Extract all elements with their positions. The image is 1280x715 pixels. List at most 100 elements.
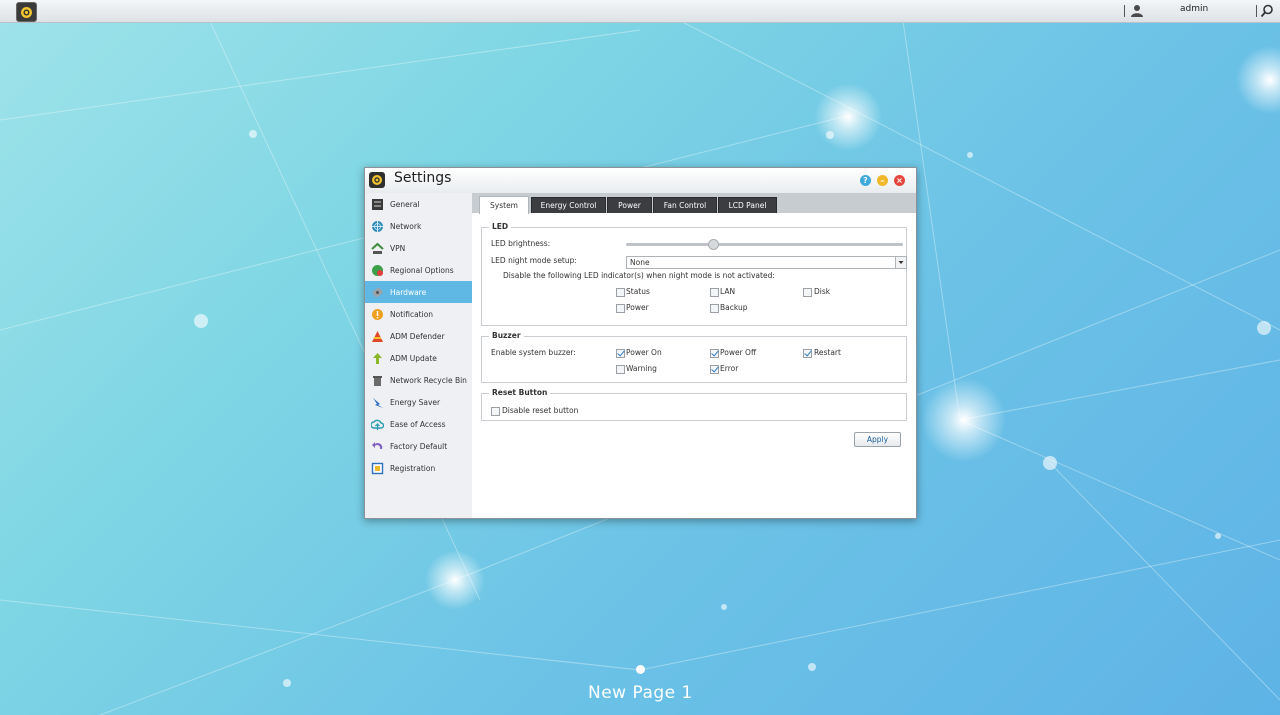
page-indicator-dot[interactable] bbox=[636, 665, 645, 674]
sidebar-item-label: ADM Defender bbox=[390, 331, 445, 341]
buzzer-legend: Buzzer bbox=[489, 331, 524, 340]
buzzer-warning-checkbox[interactable] bbox=[616, 365, 625, 374]
tab-system[interactable]: System bbox=[479, 196, 529, 214]
tab-energy-control[interactable]: Energy Control bbox=[531, 197, 606, 213]
search-icon bbox=[1260, 4, 1273, 18]
top-taskbar: admin bbox=[0, 0, 1280, 23]
led-night-mode-select[interactable]: None bbox=[626, 256, 907, 269]
cloud-access-icon bbox=[371, 419, 384, 430]
update-icon bbox=[373, 352, 382, 364]
recycle-bin-icon bbox=[373, 375, 382, 386]
sidebar-item-hardware[interactable]: Hardware bbox=[365, 281, 472, 303]
vpn-icon bbox=[371, 242, 384, 254]
led-backup-checkbox[interactable] bbox=[710, 304, 719, 313]
gear-icon bbox=[21, 6, 32, 18]
settings-sidebar: General Network VPN Regional Options Har… bbox=[365, 193, 473, 518]
led-disk-checkbox[interactable] bbox=[803, 288, 812, 297]
help-icon: ? bbox=[863, 176, 868, 185]
sidebar-item-energy-saver[interactable]: Energy Saver bbox=[365, 391, 472, 413]
desktop-page-label: New Page 1 bbox=[588, 683, 693, 703]
sidebar-item-label: Network bbox=[390, 221, 422, 231]
reset-legend: Reset Button bbox=[489, 388, 551, 397]
sidebar-item-registration[interactable]: Registration bbox=[365, 457, 472, 479]
led-brightness-label: LED brightness: bbox=[491, 239, 551, 248]
sidebar-item-label: Energy Saver bbox=[390, 397, 441, 407]
buzzer-power-off-label[interactable]: Power Off bbox=[720, 348, 756, 357]
buzzer-warning-label[interactable]: Warning bbox=[626, 364, 657, 373]
sidebar-item-vpn[interactable]: VPN bbox=[365, 237, 472, 259]
settings-app-icon bbox=[369, 172, 385, 188]
registration-icon bbox=[371, 462, 384, 474]
led-lan-label[interactable]: LAN bbox=[720, 287, 735, 296]
led-night-mode-value: None bbox=[630, 258, 650, 267]
sidebar-item-factory-default[interactable]: Factory Default bbox=[365, 435, 472, 457]
user-name[interactable]: admin bbox=[1180, 4, 1208, 14]
apply-button[interactable]: Apply bbox=[854, 432, 901, 447]
sidebar-item-notification[interactable]: Notification bbox=[365, 303, 472, 325]
search-button[interactable] bbox=[1256, 2, 1274, 20]
user-menu[interactable] bbox=[1124, 2, 1144, 20]
sidebar-item-label: Hardware bbox=[390, 287, 427, 297]
minimize-button[interactable]: – bbox=[877, 175, 888, 186]
sidebar-item-label: Network Recycle Bin bbox=[390, 375, 467, 385]
gear-icon bbox=[372, 175, 382, 185]
buzzer-restart-checkbox[interactable] bbox=[803, 349, 812, 358]
close-icon: × bbox=[896, 176, 903, 185]
sidebar-item-ease-of-access[interactable]: Ease of Access bbox=[365, 413, 472, 435]
buzzer-group: Buzzer Enable system buzzer: Power On Po… bbox=[481, 331, 907, 383]
tab-fan-control[interactable]: Fan Control bbox=[653, 197, 717, 213]
tab-power[interactable]: Power bbox=[607, 197, 652, 213]
disable-reset-checkbox[interactable] bbox=[491, 407, 500, 416]
window-title: Settings bbox=[394, 170, 452, 186]
sidebar-item-label: Ease of Access bbox=[390, 419, 446, 429]
sidebar-item-label: ADM Update bbox=[390, 353, 437, 363]
adm-home-button[interactable] bbox=[16, 2, 37, 22]
separator bbox=[1256, 5, 1257, 17]
led-status-label[interactable]: Status bbox=[626, 287, 650, 296]
buzzer-power-on-checkbox[interactable] bbox=[616, 349, 625, 358]
buzzer-error-label[interactable]: Error bbox=[720, 364, 738, 373]
reset-button-group: Reset Button Disable reset button bbox=[481, 388, 907, 421]
sidebar-item-label: Notification bbox=[390, 309, 434, 319]
factory-default-icon bbox=[372, 441, 383, 449]
sidebar-item-label: Regional Options bbox=[390, 265, 454, 275]
led-power-checkbox[interactable] bbox=[616, 304, 625, 313]
sidebar-item-regional-options[interactable]: Regional Options bbox=[365, 259, 472, 281]
buzzer-restart-label[interactable]: Restart bbox=[814, 348, 841, 357]
led-power-label[interactable]: Power bbox=[626, 303, 649, 312]
dropdown-arrow-button[interactable] bbox=[895, 257, 906, 268]
led-disable-text: Disable the following LED indicator(s) w… bbox=[503, 271, 775, 280]
chevron-down-icon bbox=[898, 261, 904, 264]
settings-content: System Energy Control Power Fan Control … bbox=[472, 193, 916, 518]
sidebar-item-label: Factory Default bbox=[390, 441, 448, 451]
hardware-icon bbox=[372, 286, 383, 298]
disable-reset-label[interactable]: Disable reset button bbox=[502, 406, 578, 415]
buzzer-power-off-checkbox[interactable] bbox=[710, 349, 719, 358]
buzzer-power-on-label[interactable]: Power On bbox=[626, 348, 662, 357]
sidebar-item-network[interactable]: Network bbox=[365, 215, 472, 237]
led-brightness-slider[interactable] bbox=[626, 243, 903, 246]
led-group: LED LED brightness: LED night mode setup… bbox=[481, 222, 907, 326]
sidebar-item-adm-update[interactable]: ADM Update bbox=[365, 347, 472, 369]
led-backup-label[interactable]: Backup bbox=[720, 303, 748, 312]
user-icon bbox=[1131, 5, 1143, 17]
led-lan-checkbox[interactable] bbox=[710, 288, 719, 297]
window-titlebar[interactable]: Settings ? – × bbox=[365, 168, 916, 193]
led-disk-label[interactable]: Disk bbox=[814, 287, 830, 296]
led-brightness-slider-thumb[interactable] bbox=[707, 239, 719, 250]
buzzer-enable-label: Enable system buzzer: bbox=[491, 348, 576, 357]
sidebar-item-network-recycle-bin[interactable]: Network Recycle Bin bbox=[365, 369, 472, 391]
tab-lcd-panel[interactable]: LCD Panel bbox=[718, 197, 777, 213]
close-button[interactable]: × bbox=[894, 175, 905, 186]
settings-window: Settings ? – × General Network VPN Regio… bbox=[364, 167, 917, 519]
led-status-checkbox[interactable] bbox=[616, 288, 625, 297]
minimize-icon: – bbox=[880, 176, 885, 185]
regional-icon bbox=[372, 264, 383, 276]
network-icon bbox=[372, 220, 383, 232]
buzzer-error-checkbox[interactable] bbox=[710, 365, 719, 374]
help-button[interactable]: ? bbox=[860, 175, 871, 186]
sidebar-item-label: VPN bbox=[390, 243, 406, 253]
sidebar-item-adm-defender[interactable]: ADM Defender bbox=[365, 325, 472, 347]
sidebar-item-general[interactable]: General bbox=[365, 193, 472, 215]
separator bbox=[1124, 5, 1125, 17]
